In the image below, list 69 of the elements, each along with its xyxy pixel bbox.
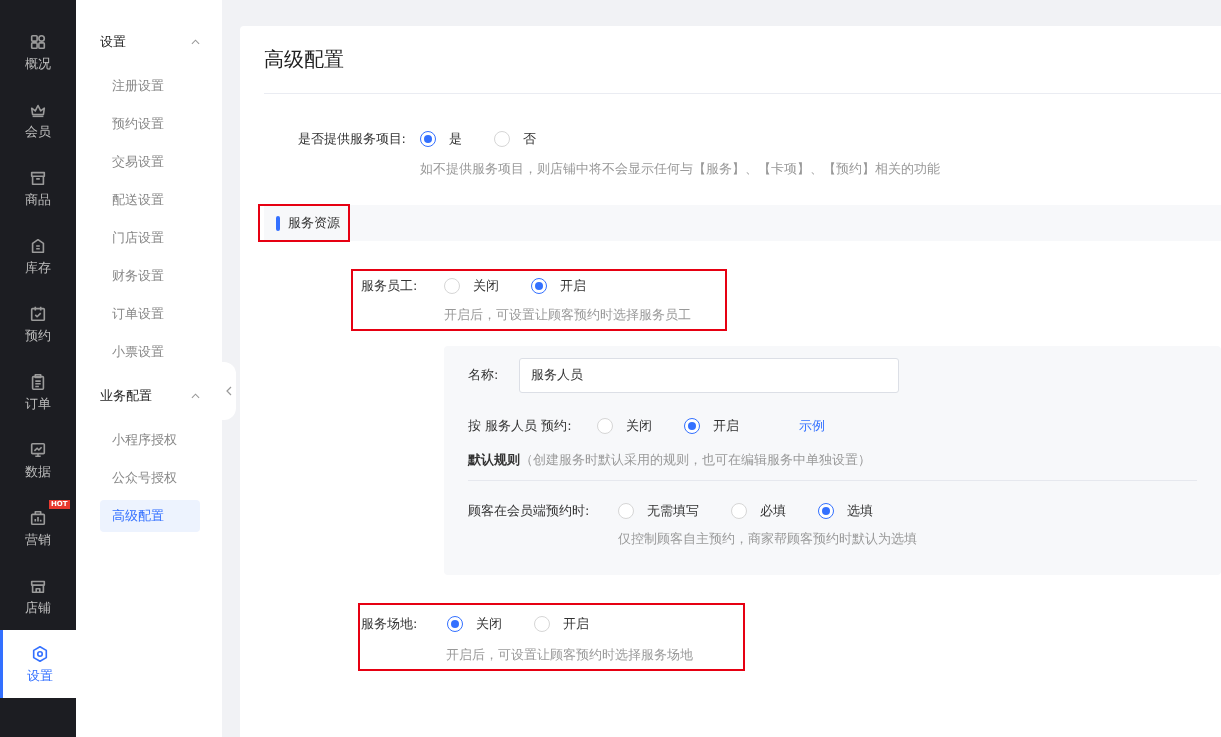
nav-label: 预约	[25, 326, 51, 344]
group-header[interactable]: 设置	[100, 20, 200, 64]
radio-option[interactable]: 无需填写	[618, 502, 699, 520]
nav-label: 订单	[25, 394, 51, 412]
nav-label: 概况	[25, 54, 51, 72]
settings-icon	[30, 644, 49, 663]
nav-item[interactable]: 设置	[0, 630, 76, 698]
document-icon	[29, 236, 47, 255]
nav-label: 营销	[25, 530, 51, 548]
field-label: 名称:	[468, 366, 500, 384]
rule-description: 默认规则（创建服务时默认采用的规则，也可在编辑服务中单独设置）	[468, 451, 872, 469]
clipboard-icon	[29, 372, 47, 391]
name-input[interactable]: 服务人员	[519, 357, 899, 393]
accent-bar	[276, 215, 280, 231]
sub-nav-item[interactable]: 门店设置	[100, 222, 200, 254]
nav-item[interactable]: 库存	[0, 222, 76, 290]
radio-option[interactable]: 开启	[684, 417, 739, 435]
sub-nav-item[interactable]: 配送设置	[100, 184, 200, 216]
caret-icon	[191, 39, 200, 45]
example-link[interactable]: 示例	[799, 417, 825, 435]
radio-option[interactable]: 必填	[731, 502, 786, 520]
sub-nav-item[interactable]: 注册设置	[100, 70, 200, 102]
nav-label: 会员	[25, 122, 51, 140]
sub-nav-item[interactable]: 财务设置	[100, 260, 200, 292]
nav-item[interactable]: 店铺	[0, 562, 76, 630]
hint-text: 如不提供服务项目，则店铺中将不会显示任何与【服务】、【卡项】、【预约】相关的功能	[420, 160, 941, 178]
monitor-chart-icon	[29, 440, 47, 459]
sub-nav-item[interactable]: 预约设置	[100, 108, 200, 140]
nav-label: 店铺	[25, 598, 51, 616]
calendar-icon	[29, 304, 47, 323]
radio-option[interactable]: 关闭	[444, 277, 499, 295]
nav-item[interactable]: 商品	[0, 154, 76, 222]
sub-nav-item[interactable]: 公众号授权	[100, 462, 200, 494]
collapse-handle[interactable]	[222, 362, 236, 420]
radio-option[interactable]: 开启	[531, 277, 586, 295]
nav-label: 库存	[25, 258, 51, 276]
nav-item[interactable]: 会员	[0, 86, 76, 154]
caret-icon	[191, 393, 200, 399]
grid-icon	[29, 32, 47, 51]
nav-label: 设置	[26, 666, 53, 684]
field-label: 是否提供服务项目:	[296, 130, 407, 148]
radio-option[interactable]: 关闭	[597, 417, 652, 435]
field-label: 服务员工:	[361, 277, 419, 295]
hint-text: 开启后，可设置让顾客预约时选择服务员工	[444, 306, 692, 324]
sub-nav-item[interactable]: 高级配置	[100, 500, 200, 532]
nav-item[interactable]: 数据	[0, 426, 76, 494]
sub-nav-item[interactable]: 小票设置	[100, 336, 200, 368]
sub-nav-item[interactable]: 订单设置	[100, 298, 200, 330]
section-heading: 服务资源	[288, 214, 340, 232]
radio-option[interactable]: 是	[420, 130, 462, 148]
field-label: 服务场地:	[361, 615, 419, 633]
sub-nav-item[interactable]: 交易设置	[100, 146, 200, 178]
nav-item[interactable]: 预约	[0, 290, 76, 358]
nav-label: 数据	[25, 462, 51, 480]
page-title: 高级配置	[264, 46, 345, 73]
group-header[interactable]: 业务配置	[100, 374, 200, 418]
sub-nav-item[interactable]: 小程序授权	[100, 424, 200, 456]
bar-chart-bag-icon	[29, 508, 47, 527]
field-label: 按 服务人员 预约:	[468, 417, 573, 435]
radio-option[interactable]: 开启	[534, 615, 589, 633]
nav-label: 商品	[25, 190, 51, 208]
hint-text: 仅控制顾客自主预约，商家帮顾客预约时默认为选填	[618, 530, 918, 548]
radio-option[interactable]: 选填	[818, 502, 873, 520]
radio-option[interactable]: 关闭	[447, 615, 502, 633]
field-label: 顾客在会员端预约时:	[468, 502, 591, 520]
hint-text: 开启后，可设置让顾客预约时选择服务场地	[446, 646, 694, 664]
radio-option[interactable]: 否	[494, 130, 536, 148]
nav-item[interactable]: 订单	[0, 358, 76, 426]
nav-item[interactable]: 概况	[0, 18, 76, 86]
